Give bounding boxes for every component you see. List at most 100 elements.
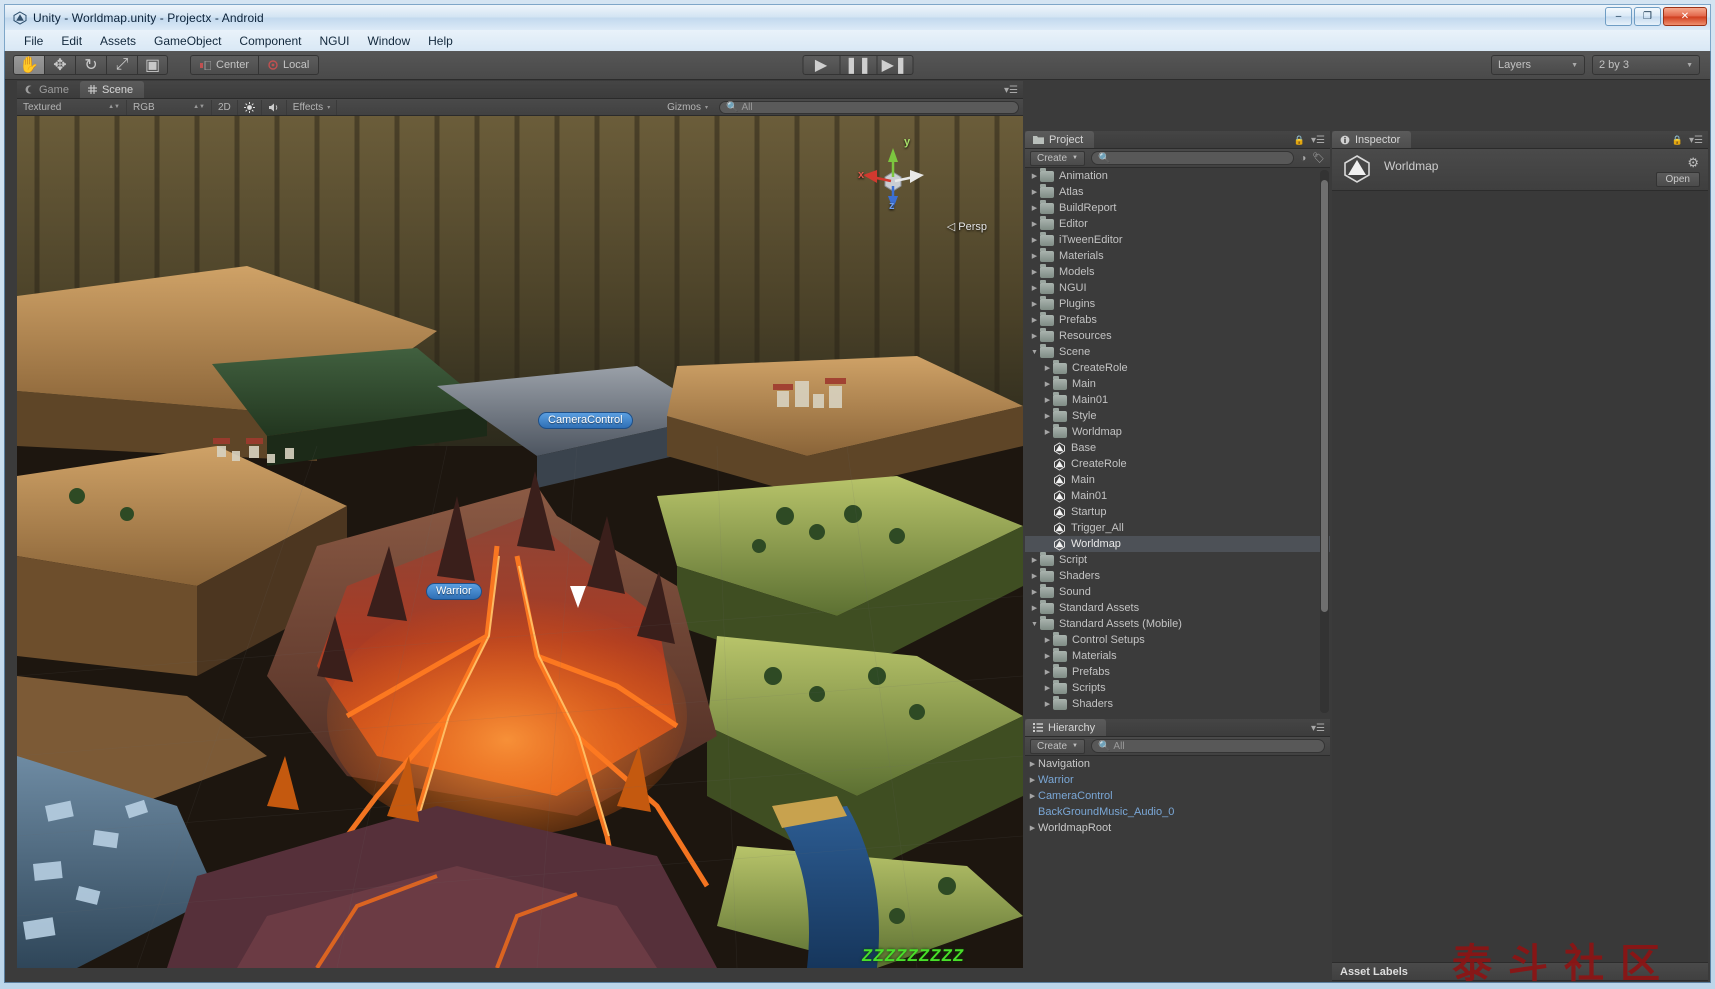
project-row[interactable]: Base bbox=[1025, 440, 1330, 456]
chevron-right-icon[interactable]: ▶ bbox=[1042, 428, 1053, 436]
gizmos-dropdown[interactable]: Gizmos ▾ bbox=[661, 100, 714, 115]
menu-item-assets[interactable]: Assets bbox=[91, 32, 145, 50]
scale-tool[interactable]: ⤢ bbox=[106, 55, 137, 75]
chevron-right-icon[interactable]: ▶ bbox=[1042, 380, 1053, 388]
project-row[interactable]: ▶ Resources bbox=[1025, 327, 1330, 344]
chevron-right-icon[interactable]: ▶ bbox=[1029, 588, 1040, 596]
move-tool[interactable]: ✥ bbox=[44, 55, 75, 75]
project-scrollbar[interactable] bbox=[1320, 170, 1329, 713]
chevron-right-icon[interactable]: ▶ bbox=[1029, 220, 1040, 228]
chevron-right-icon[interactable]: ▶ bbox=[1042, 396, 1053, 404]
chevron-right-icon[interactable]: ▶ bbox=[1027, 760, 1038, 768]
hierarchy-create-button[interactable]: Create ▼ bbox=[1030, 738, 1085, 754]
scene-tabbar-menu[interactable]: ▾☰ bbox=[1004, 81, 1018, 99]
chevron-down-icon[interactable]: ▼ bbox=[1029, 349, 1040, 356]
chevron-right-icon[interactable]: ▶ bbox=[1029, 284, 1040, 292]
panel-menu-icon[interactable]: ▾☰ bbox=[1311, 135, 1325, 146]
project-row-selected[interactable]: Worldmap bbox=[1025, 536, 1330, 552]
project-row[interactable]: ▶ Worldmap bbox=[1025, 423, 1330, 440]
hierarchy-row[interactable]: ▶ CameraControl bbox=[1025, 788, 1330, 804]
project-scroll-thumb[interactable] bbox=[1321, 180, 1328, 612]
menu-item-ngui[interactable]: NGUI bbox=[310, 32, 358, 50]
project-row[interactable]: CreateRole bbox=[1025, 456, 1330, 472]
chevron-right-icon[interactable]: ▶ bbox=[1029, 236, 1040, 244]
tab-inspector[interactable]: Inspector bbox=[1332, 131, 1412, 148]
project-row[interactable]: ▶ Editor bbox=[1025, 215, 1330, 232]
gear-icon[interactable]: ⚙ bbox=[1687, 155, 1699, 171]
project-row[interactable]: ▶ Main01 bbox=[1025, 391, 1330, 408]
hierarchy-row[interactable]: BackGroundMusic_Audio_0 bbox=[1025, 804, 1330, 820]
step-button[interactable]: ▶❚ bbox=[876, 55, 913, 75]
open-button[interactable]: Open bbox=[1655, 172, 1700, 187]
play-button[interactable]: ▶ bbox=[802, 55, 839, 75]
panel-menu-icon[interactable]: ▾☰ bbox=[1311, 723, 1325, 734]
project-row[interactable]: ▼ Scene bbox=[1025, 343, 1330, 360]
panel-menu-icon[interactable]: ▾☰ bbox=[1689, 135, 1703, 146]
hand-tool[interactable]: ✋ bbox=[13, 55, 44, 75]
scene-object-label-cameracontrol[interactable]: CameraControl bbox=[538, 412, 633, 429]
lock-icon[interactable]: 🔒 bbox=[1672, 135, 1683, 146]
project-row[interactable]: ▶ Main bbox=[1025, 375, 1330, 392]
project-create-button[interactable]: Create ▼ bbox=[1030, 150, 1085, 166]
chevron-right-icon[interactable]: ▶ bbox=[1029, 188, 1040, 196]
scene-object-label-warrior[interactable]: Warrior bbox=[426, 583, 482, 600]
project-row[interactable]: ▶ Atlas bbox=[1025, 183, 1330, 200]
chevron-right-icon[interactable]: ▶ bbox=[1029, 204, 1040, 212]
chevron-right-icon[interactable]: ▶ bbox=[1027, 792, 1038, 800]
chevron-right-icon[interactable]: ▶ bbox=[1029, 300, 1040, 308]
project-row[interactable]: ▶ Sound bbox=[1025, 583, 1330, 600]
project-row[interactable]: Main01 bbox=[1025, 488, 1330, 504]
chevron-right-icon[interactable]: ▶ bbox=[1029, 556, 1040, 564]
effects-dropdown[interactable]: Effects ▾ bbox=[287, 99, 338, 115]
tab-game[interactable]: Game bbox=[17, 81, 80, 98]
chevron-right-icon[interactable]: ▶ bbox=[1027, 776, 1038, 784]
project-row[interactable]: Main bbox=[1025, 472, 1330, 488]
minimize-button[interactable]: – bbox=[1605, 7, 1632, 26]
menu-item-component[interactable]: Component bbox=[230, 32, 310, 50]
chevron-right-icon[interactable]: ▶ bbox=[1042, 636, 1053, 644]
hierarchy-row[interactable]: ▶ Warrior bbox=[1025, 772, 1330, 788]
project-row[interactable]: ▶ CreateRole bbox=[1025, 359, 1330, 376]
menu-item-gameobject[interactable]: GameObject bbox=[145, 32, 230, 50]
panel-menu-icon[interactable]: ▾☰ bbox=[1004, 85, 1018, 96]
project-row[interactable]: ▶ Prefabs bbox=[1025, 663, 1330, 680]
rect-tool[interactable]: ▣ bbox=[137, 55, 168, 75]
tab-scene[interactable]: Scene bbox=[79, 81, 145, 98]
filter-by-label-icon[interactable]: 🏷 bbox=[1312, 153, 1325, 164]
project-tree[interactable]: ▶ Animation ▶ Atlas ▶ BuildReport ▶ Editor ▶ iTwe… bbox=[1025, 168, 1330, 715]
chevron-right-icon[interactable]: ▶ bbox=[1042, 364, 1053, 372]
hierarchy-row[interactable]: ▶ Navigation bbox=[1025, 756, 1330, 772]
project-row[interactable]: ▶ Scripts bbox=[1025, 679, 1330, 696]
project-row[interactable]: ▶ Control Setups bbox=[1025, 631, 1330, 648]
tab-project[interactable]: Project bbox=[1025, 131, 1095, 148]
project-row[interactable]: ▼ Standard Assets (Mobile) bbox=[1025, 615, 1330, 632]
two-d-toggle[interactable]: 2D bbox=[212, 99, 238, 115]
pause-button[interactable]: ❚❚ bbox=[839, 55, 876, 75]
chevron-right-icon[interactable]: ▶ bbox=[1042, 684, 1053, 692]
pivot-mode-button[interactable]: Center bbox=[190, 55, 259, 75]
chevron-right-icon[interactable]: ▶ bbox=[1029, 604, 1040, 612]
project-row[interactable]: ▶ Style bbox=[1025, 407, 1330, 424]
project-row[interactable]: ▶ Materials bbox=[1025, 647, 1330, 664]
scene-view-gizmo[interactable]: y x z bbox=[858, 136, 928, 216]
hierarchy-row[interactable]: ▶ WorldmapRoot bbox=[1025, 820, 1330, 836]
tab-hierarchy[interactable]: Hierarchy bbox=[1025, 719, 1107, 736]
scene-viewport[interactable]: y x z ◁ Persp CameraControl Warrior ZZZZ… bbox=[17, 116, 1023, 968]
hierarchy-tree[interactable]: ▶ Navigation ▶ Warrior ▶ CameraControl BackGro… bbox=[1025, 756, 1330, 982]
menu-item-help[interactable]: Help bbox=[419, 32, 462, 50]
project-row[interactable]: ▶ Script bbox=[1025, 551, 1330, 568]
chevron-right-icon[interactable]: ▶ bbox=[1029, 172, 1040, 180]
lock-icon[interactable]: 🔒 bbox=[1294, 135, 1305, 146]
project-row[interactable]: ▶ Shaders bbox=[1025, 567, 1330, 584]
layout-dropdown[interactable]: 2 by 3 ▼ bbox=[1592, 55, 1700, 75]
chevron-right-icon[interactable]: ▶ bbox=[1029, 268, 1040, 276]
chevron-right-icon[interactable]: ▶ bbox=[1029, 252, 1040, 260]
project-row[interactable]: ▶ Prefabs bbox=[1025, 311, 1330, 328]
audio-toggle[interactable] bbox=[262, 99, 287, 115]
project-row[interactable]: ▶ NGUI bbox=[1025, 279, 1330, 296]
chevron-right-icon[interactable]: ▶ bbox=[1042, 700, 1053, 708]
render-mode-dropdown[interactable]: RGB ▲▼ bbox=[127, 99, 212, 115]
project-row[interactable]: ▶ Materials bbox=[1025, 247, 1330, 264]
project-row[interactable]: ▶ Plugins bbox=[1025, 295, 1330, 312]
project-row[interactable]: Startup bbox=[1025, 504, 1330, 520]
